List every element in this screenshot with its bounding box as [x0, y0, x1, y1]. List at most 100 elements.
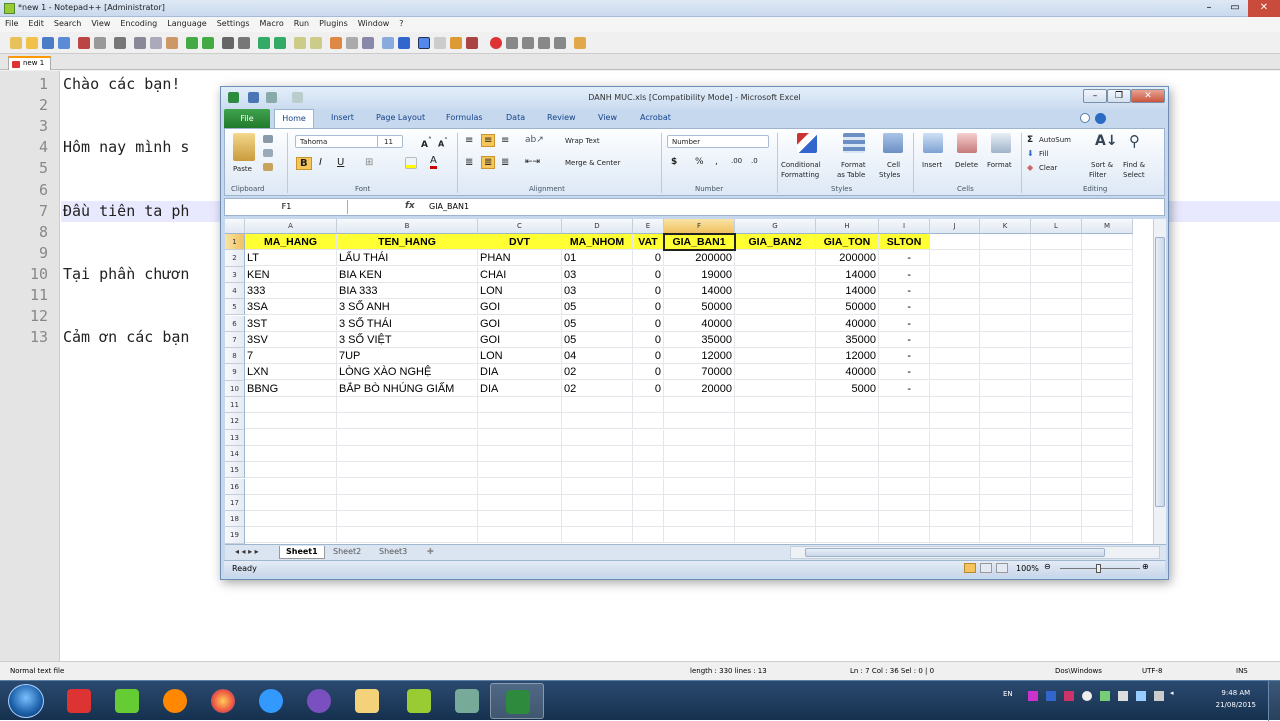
data-cell[interactable]: 0 — [633, 364, 664, 381]
data-cell[interactable]: 35000 — [816, 331, 879, 348]
empty-cell[interactable] — [879, 511, 930, 528]
empty-cell[interactable] — [478, 413, 562, 430]
data-cell[interactable]: 03 — [562, 266, 633, 283]
focus-icon[interactable] — [418, 37, 430, 49]
tray-icon-5[interactable] — [1100, 691, 1110, 701]
data-cell[interactable]: 3 SỐ VIỆT — [337, 331, 478, 348]
indent-guide-icon[interactable] — [362, 37, 374, 49]
empty-cell[interactable] — [980, 511, 1031, 528]
empty-cell[interactable] — [245, 413, 337, 430]
data-cell[interactable]: 19000 — [664, 266, 735, 283]
empty-cell[interactable] — [879, 527, 930, 544]
column-header[interactable]: J — [930, 219, 980, 234]
data-cell[interactable] — [735, 315, 816, 332]
empty-cell[interactable] — [1031, 266, 1082, 283]
empty-cell[interactable] — [664, 462, 735, 479]
empty-cell[interactable] — [1082, 478, 1133, 495]
row-header[interactable]: 18 — [225, 511, 245, 528]
data-cell[interactable] — [735, 266, 816, 283]
data-cell[interactable] — [735, 380, 816, 397]
empty-cell[interactable] — [735, 413, 816, 430]
empty-cell[interactable] — [735, 397, 816, 413]
empty-cell[interactable] — [478, 397, 562, 413]
data-cell[interactable]: 3SV — [245, 331, 337, 348]
empty-cell[interactable] — [1031, 397, 1082, 413]
taskbar-notepadpp[interactable] — [392, 683, 446, 719]
formula-input[interactable]: GIA_BAN1 — [429, 202, 469, 211]
empty-cell[interactable] — [1031, 315, 1082, 332]
menu-help[interactable]: ? — [394, 17, 408, 30]
insert-cells-icon[interactable] — [923, 133, 943, 153]
play-multi-icon[interactable] — [538, 37, 550, 49]
empty-cell[interactable] — [562, 527, 633, 544]
column-header[interactable]: C — [478, 219, 562, 234]
menu-macro[interactable]: Macro — [255, 17, 289, 30]
format-cells-label[interactable]: Format — [987, 161, 1012, 169]
close-button[interactable]: ✕ — [1248, 0, 1280, 17]
save-macro-icon[interactable] — [554, 37, 566, 49]
empty-cell[interactable] — [478, 494, 562, 511]
comma-icon[interactable]: , — [715, 157, 718, 167]
tab-review[interactable]: Review — [547, 113, 576, 122]
data-cell[interactable]: 0 — [633, 299, 664, 316]
mark-icon[interactable] — [466, 37, 478, 49]
zoom-slider-thumb[interactable] — [1096, 564, 1101, 573]
empty-cell[interactable] — [980, 397, 1031, 413]
data-cell[interactable]: - — [879, 380, 930, 397]
tab-insert[interactable]: Insert — [331, 113, 354, 122]
empty-cell[interactable] — [879, 397, 930, 413]
cut-icon[interactable] — [263, 135, 273, 143]
empty-cell[interactable] — [879, 413, 930, 430]
data-cell[interactable]: 0 — [633, 266, 664, 283]
empty-cell[interactable] — [633, 494, 664, 511]
align-center-icon[interactable]: ≣ — [481, 156, 496, 169]
empty-cell[interactable] — [980, 462, 1031, 479]
empty-cell[interactable] — [337, 429, 478, 446]
empty-cell[interactable] — [562, 511, 633, 528]
zoom-level[interactable]: 100% — [1016, 564, 1039, 573]
data-cell[interactable]: - — [879, 364, 930, 381]
print-icon[interactable] — [114, 37, 126, 49]
column-header[interactable]: E — [633, 219, 664, 234]
taskbar-excel[interactable] — [490, 683, 544, 719]
empty-cell[interactable] — [1031, 527, 1082, 544]
empty-cell[interactable] — [1031, 462, 1082, 479]
data-cell[interactable]: 40000 — [816, 364, 879, 381]
row-header[interactable]: 13 — [225, 429, 245, 446]
horizontal-scroll-thumb[interactable] — [805, 548, 1105, 557]
empty-cell[interactable] — [562, 413, 633, 430]
data-cell[interactable]: 14000 — [664, 282, 735, 299]
wrap-icon[interactable] — [330, 37, 342, 49]
empty-cell[interactable] — [930, 413, 980, 430]
paste-icon[interactable] — [233, 133, 255, 161]
cell-styles-icon[interactable] — [883, 133, 903, 153]
empty-cell[interactable] — [930, 282, 980, 299]
empty-cell[interactable] — [930, 478, 980, 495]
increase-decimal-icon[interactable]: .00 — [731, 157, 742, 165]
data-cell[interactable]: LXN — [245, 364, 337, 381]
empty-cell[interactable] — [1031, 299, 1082, 316]
row-header[interactable]: 7 — [225, 331, 245, 349]
taskbar-app-2[interactable] — [100, 683, 154, 719]
header-cell[interactable]: GIA_BAN1 — [664, 234, 735, 250]
empty-cell[interactable] — [1031, 413, 1082, 430]
empty-cell[interactable] — [1082, 527, 1133, 544]
row-header[interactable]: 15 — [225, 462, 245, 479]
empty-cell[interactable] — [337, 494, 478, 511]
data-cell[interactable]: KEN — [245, 266, 337, 283]
empty-cell[interactable] — [633, 478, 664, 495]
zoom-in-icon[interactable] — [258, 37, 270, 49]
empty-cell[interactable] — [980, 445, 1031, 462]
tray-icon-2[interactable] — [1046, 691, 1056, 701]
empty-cell[interactable] — [1082, 364, 1133, 381]
empty-cell[interactable] — [1082, 413, 1133, 430]
empty-cell[interactable] — [478, 462, 562, 479]
empty-cell[interactable] — [735, 511, 816, 528]
empty-cell[interactable] — [337, 445, 478, 462]
header-cell[interactable]: VAT — [633, 234, 664, 250]
all-chars-icon[interactable] — [346, 37, 358, 49]
find-select-icon[interactable]: ⚲ — [1129, 132, 1140, 150]
empty-cell[interactable] — [1082, 397, 1133, 413]
empty-cell[interactable] — [930, 348, 980, 365]
currency-icon[interactable]: $ — [671, 157, 677, 167]
